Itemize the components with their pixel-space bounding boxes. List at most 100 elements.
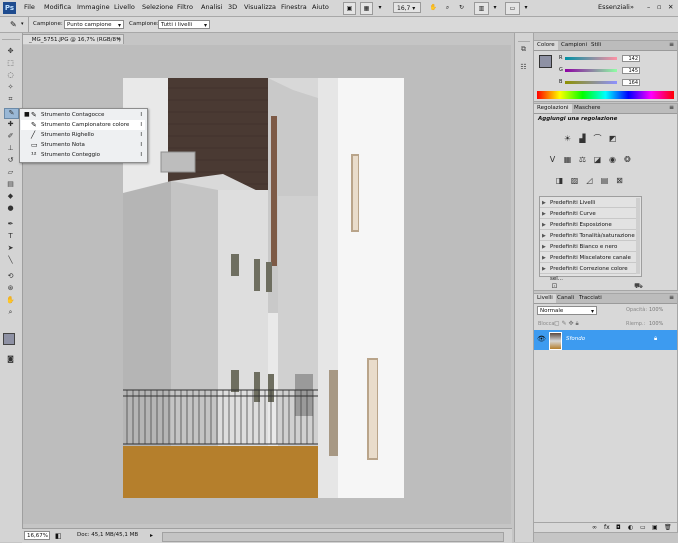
menu-livello[interactable]: Livello xyxy=(114,3,135,11)
close-icon[interactable]: ✕ xyxy=(668,3,673,11)
menu-analisi[interactable]: Analisi xyxy=(201,3,222,11)
menu-finestra[interactable]: Finestra xyxy=(281,3,307,11)
new-group-icon[interactable]: ▭ xyxy=(640,524,646,531)
dropdown-arrow-icon[interactable]: ▾ xyxy=(377,2,383,13)
healing-brush-tool-icon[interactable]: ✚ xyxy=(4,120,17,129)
channel-r-value[interactable]: 142 xyxy=(622,55,640,62)
color-balance-icon[interactable]: ⚖ xyxy=(578,155,587,164)
menu-filtro[interactable]: Filtro xyxy=(177,3,193,11)
brush-tool-icon[interactable]: ✐ xyxy=(4,132,17,141)
document-image[interactable] xyxy=(123,78,404,498)
new-adjustment-icon[interactable]: ⛟ xyxy=(634,282,643,291)
preset-curve[interactable]: Predefiniti Curve xyxy=(540,209,636,219)
tab-colore[interactable]: Colore xyxy=(534,41,558,50)
screen-mode-button[interactable]: ▭ xyxy=(505,2,520,15)
preset-tonalita-saturazione[interactable]: Predefiniti Tonalità/saturazione xyxy=(540,231,636,241)
shape-tool-icon[interactable]: ╲ xyxy=(4,256,17,265)
clip-to-layer-icon[interactable]: ⊡ xyxy=(550,282,559,291)
channel-b-value[interactable]: 164 xyxy=(622,79,640,86)
preset-miscelatore-canale[interactable]: Predefiniti Miscelatore canale xyxy=(540,253,636,263)
document-tab[interactable]: _MG_5751.JPG @ 16,7% (RGB/8*) ✕ xyxy=(22,34,124,44)
status-arrow-icon[interactable]: ▸ xyxy=(150,532,153,539)
layer-name[interactable]: Sfondo xyxy=(566,336,585,342)
lock-icons[interactable]: ▢ ✎ ✥ 🔒︎ xyxy=(554,320,579,328)
hand-icon[interactable]: ✋ xyxy=(428,2,439,13)
status-options-icon[interactable]: ◧ xyxy=(55,532,62,540)
3d-rotate-tool-icon[interactable]: ⟲ xyxy=(4,272,17,281)
pen-tool-icon[interactable]: ✒ xyxy=(4,220,17,229)
move-tool-icon[interactable]: ✥ xyxy=(4,47,17,56)
tab-regolazioni[interactable]: Regolazioni xyxy=(534,104,572,113)
flyout-item-note[interactable]: ▭ Strumento Nota I xyxy=(21,140,145,150)
fill-value[interactable]: 100% xyxy=(649,321,663,327)
black-white-icon[interactable]: ◪ xyxy=(593,155,602,164)
eyedropper-icon[interactable]: ✎ xyxy=(10,20,17,29)
channel-mixer-icon[interactable]: ❂ xyxy=(623,155,632,164)
tools-panel-grip[interactable] xyxy=(2,35,20,40)
zoom-level-dropdown[interactable]: 16,7 ▾ xyxy=(393,2,421,13)
type-tool-icon[interactable]: T xyxy=(4,232,17,241)
layer-mask-icon[interactable]: ◘ xyxy=(616,524,621,531)
eye-visibility-icon[interactable]: 👁︎ xyxy=(537,335,546,343)
sample-size-select[interactable]: Punto campione xyxy=(64,20,124,30)
blur-tool-icon[interactable]: ◆ xyxy=(4,192,17,201)
opacity-value[interactable]: 100% xyxy=(649,307,663,313)
quick-selection-tool-icon[interactable]: ✧ xyxy=(4,83,17,92)
menu-modifica[interactable]: Modifica xyxy=(44,3,71,11)
marquee-tool-icon[interactable]: ⬚ xyxy=(4,59,17,68)
photo-filter-icon[interactable]: ◉ xyxy=(608,155,617,164)
workspace-switcher[interactable]: Essenziali xyxy=(598,3,630,11)
menu-aiuto[interactable]: Aiuto xyxy=(312,3,329,11)
workspace-dropdown-icon[interactable]: » xyxy=(630,3,634,11)
flyout-item-count[interactable]: ¹² Strumento Conteggio I xyxy=(21,150,145,160)
hue-saturation-icon[interactable]: ▦ xyxy=(563,155,572,164)
minimize-icon[interactable]: – xyxy=(647,3,650,11)
new-layer-icon[interactable]: ▣ xyxy=(652,524,658,531)
screen-mode-dropdown-icon[interactable]: ▾ xyxy=(523,2,529,13)
bridge-button[interactable]: ▣ xyxy=(343,2,356,15)
quick-mask-icon[interactable]: ◙ xyxy=(4,355,17,364)
3d-orbit-tool-icon[interactable]: ⊛ xyxy=(4,284,17,293)
sample-layers-select[interactable]: Tutti i livelli xyxy=(158,20,210,30)
minibridge-button[interactable]: ▦ xyxy=(360,2,373,15)
zoom-tool-icon[interactable]: ⌕ xyxy=(4,308,17,317)
brightness-contrast-icon[interactable]: ☀ xyxy=(563,134,572,143)
crop-tool-icon[interactable]: ⌗ xyxy=(4,95,17,104)
channel-g-value[interactable]: 145 xyxy=(622,67,640,74)
history-brush-tool-icon[interactable]: ↺ xyxy=(4,156,17,165)
panel-menu-icon[interactable]: ≡ xyxy=(669,104,674,111)
dodge-tool-icon[interactable]: ● xyxy=(4,204,17,213)
path-selection-tool-icon[interactable]: ➤ xyxy=(4,244,17,253)
menu-visualizza[interactable]: Visualizza xyxy=(244,3,276,11)
menu-immagine[interactable]: Immagine xyxy=(77,3,110,11)
channel-r-slider[interactable] xyxy=(565,57,617,60)
clone-stamp-tool-icon[interactable]: ⊥ xyxy=(4,144,17,153)
history-panel-icon[interactable]: ⧉ xyxy=(519,45,528,54)
gradient-tool-icon[interactable]: ▤ xyxy=(4,180,17,189)
delete-layer-icon[interactable]: 🗑︎ xyxy=(664,524,672,531)
layer-row-sfondo[interactable]: 👁︎ Sfondo 🔒︎ xyxy=(534,330,677,350)
tool-preset-dropdown-icon[interactable]: ▾ xyxy=(21,21,24,27)
selective-color-icon[interactable]: ⊠ xyxy=(615,176,624,185)
levels-icon[interactable]: ▟ xyxy=(578,134,587,143)
properties-panel-icon[interactable]: ☷ xyxy=(519,63,528,72)
channel-g-slider[interactable] xyxy=(565,69,617,72)
document-tab-close-icon[interactable]: ✕ xyxy=(116,35,121,45)
posterize-icon[interactable]: ▨ xyxy=(570,176,579,185)
presets-scrollbar[interactable] xyxy=(636,198,640,274)
eyedropper-tool-icon[interactable]: ✎ xyxy=(4,108,19,119)
tab-stili[interactable]: Stili xyxy=(588,41,604,50)
blend-mode-select[interactable]: Normale xyxy=(537,306,597,316)
menu-3d[interactable]: 3D xyxy=(228,3,237,11)
foreground-color-chip[interactable] xyxy=(539,55,552,68)
preset-livelli[interactable]: Predefiniti Livelli xyxy=(540,198,636,208)
gradient-map-icon[interactable]: ▤ xyxy=(600,176,609,185)
horizontal-scrollbar[interactable] xyxy=(162,532,504,542)
channel-b-slider[interactable] xyxy=(565,81,617,84)
zoom-field[interactable]: 16,67% xyxy=(24,531,50,540)
flyout-item-ruler[interactable]: ╱ Strumento Righello I xyxy=(21,130,145,140)
menu-file[interactable]: File xyxy=(24,3,35,11)
vibrance-icon[interactable]: V xyxy=(548,155,557,164)
tab-maschere[interactable]: Maschere xyxy=(571,104,603,113)
foreground-color-swatch[interactable] xyxy=(3,333,15,345)
